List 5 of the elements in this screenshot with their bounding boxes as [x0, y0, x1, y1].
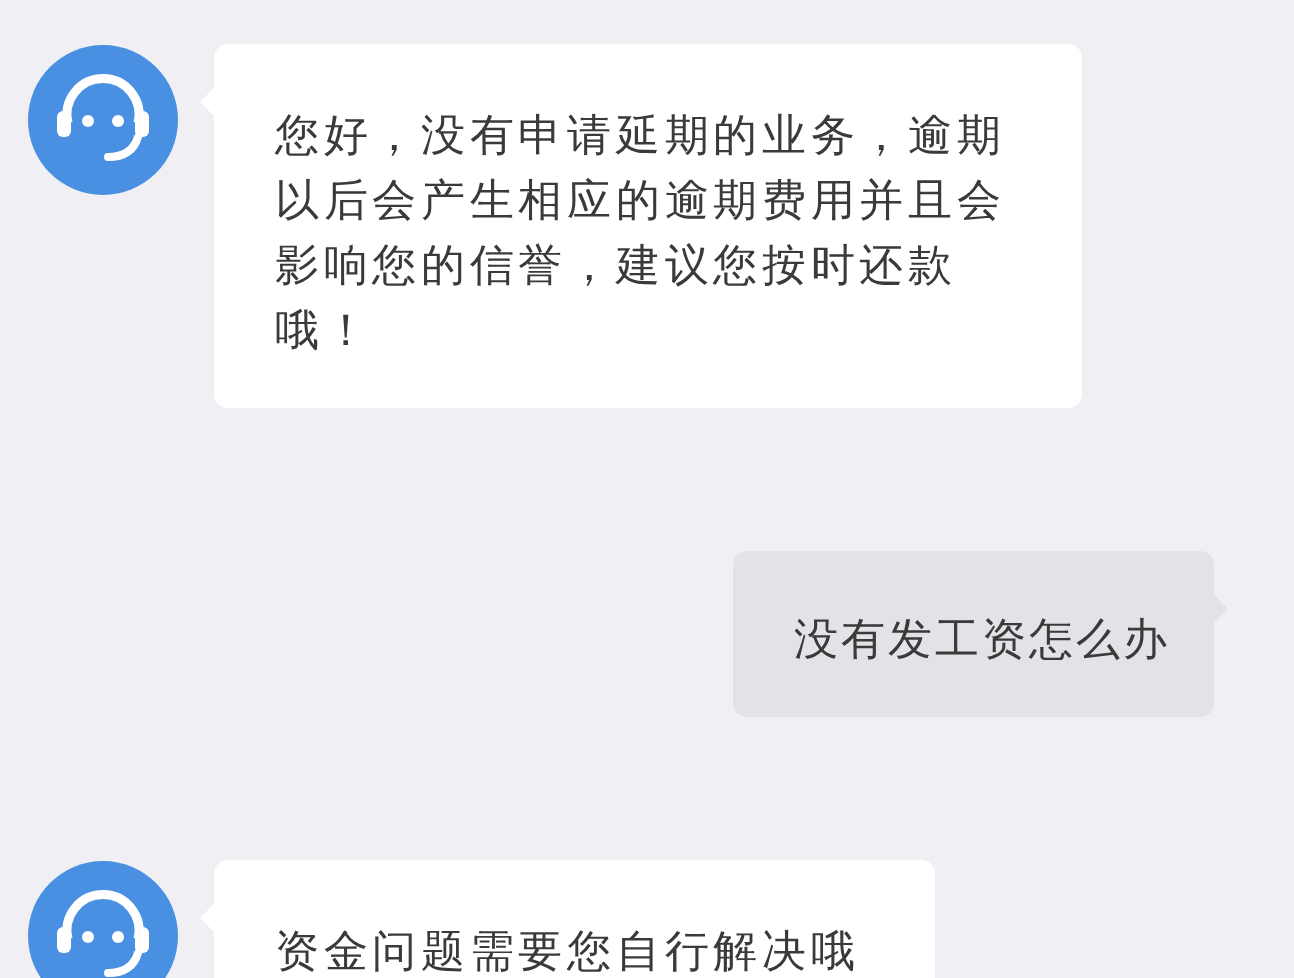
message-text: 资金问题需要您自行解决哦 — [275, 924, 860, 978]
support-avatar-icon — [28, 45, 178, 195]
message-text: 您好，没有申请延期的业务，逾期以后会产生相应的逾期费用并且会影响您的信誉，建议您按时还款哦！ — [275, 108, 1006, 357]
message-text: 没有发工资怎么办 — [794, 612, 1170, 666]
support-avatar-icon — [28, 861, 178, 978]
